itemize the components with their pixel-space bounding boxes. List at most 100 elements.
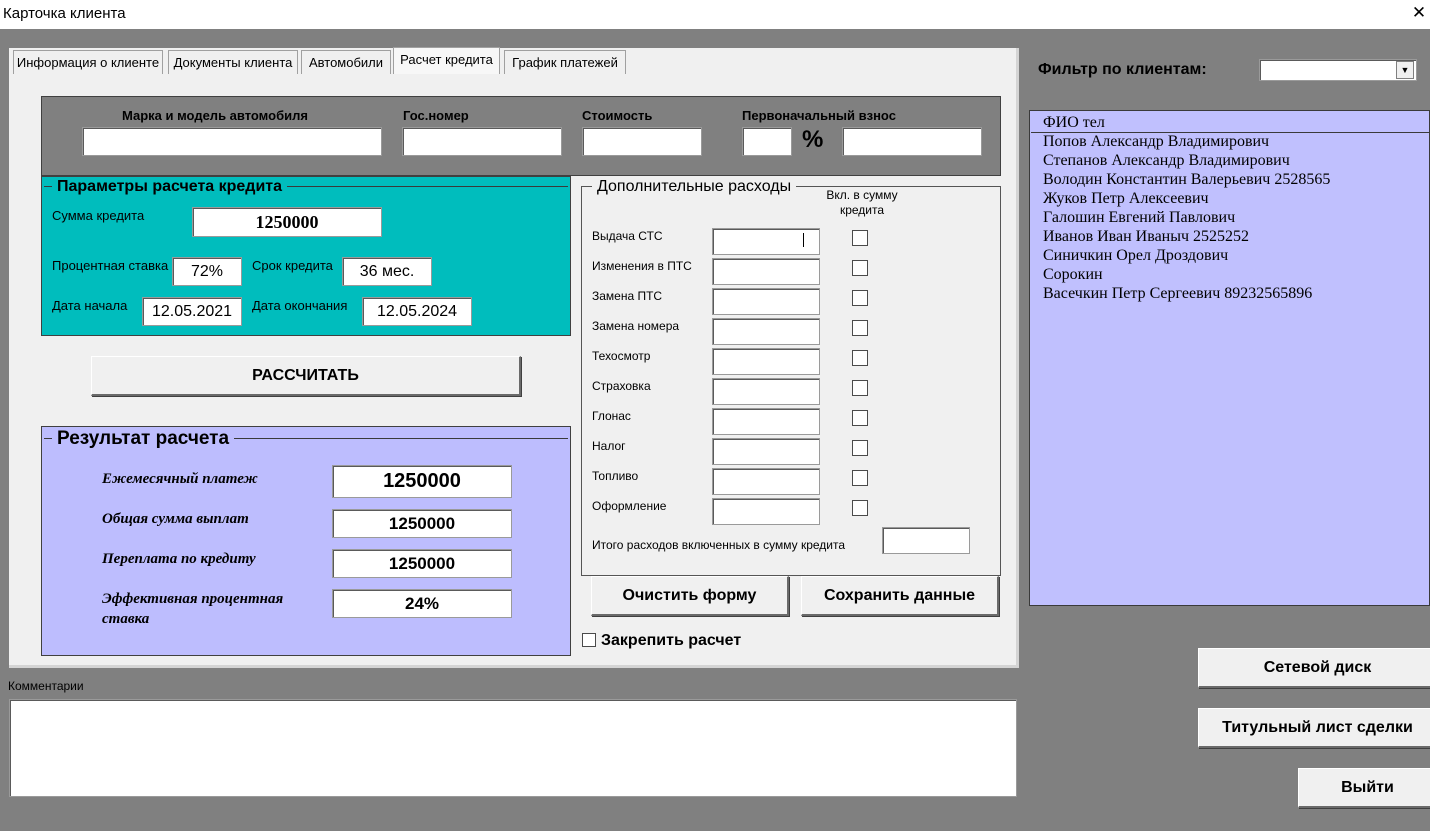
expense-input[interactable] (712, 348, 820, 375)
tab-label: График платежей (512, 55, 618, 70)
expense-label: Страховка (592, 379, 651, 393)
include-in-sum-checkbox[interactable] (852, 380, 868, 396)
client-list-item[interactable]: Галошин Евгений Павлович (1043, 208, 1235, 227)
cost-input[interactable] (582, 127, 702, 156)
text-cursor (803, 233, 804, 247)
include-in-sum-checkbox[interactable] (852, 230, 868, 246)
client-list-item[interactable]: Васечкин Петр Сергеевич 89232565896 (1043, 284, 1312, 303)
expense-label: Выдача СТС (592, 229, 663, 243)
result-title: Результат расчета (52, 427, 235, 451)
expense-input[interactable] (712, 468, 820, 495)
include-in-sum-checkbox[interactable] (852, 260, 868, 276)
end-date-input[interactable]: 12.05.2024 (362, 297, 472, 326)
include-in-sum-checkbox[interactable] (852, 500, 868, 516)
client-list-header: ФИО тел (1031, 113, 1430, 133)
credit-sum-input[interactable]: 1250000 (192, 207, 382, 237)
start-date-input[interactable]: 12.05.2021 (142, 297, 242, 326)
title-bar: Карточка клиента (0, 0, 1430, 29)
term-input[interactable]: 36 мес. (342, 257, 432, 286)
expense-input[interactable] (712, 498, 820, 525)
monthly-payment-label: Ежемесячный платеж (102, 471, 258, 487)
client-list-item[interactable]: Жуков Петр Алексеевич (1043, 189, 1209, 208)
credit-params-title: Параметры расчета кредита (52, 177, 288, 197)
term-label: Срок кредита (252, 258, 333, 273)
comments-input[interactable] (9, 699, 1017, 797)
network-drive-button[interactable]: Сетевой диск (1198, 648, 1430, 688)
end-date-label: Дата окончания (252, 298, 348, 313)
comments-label: Комментарии (8, 679, 84, 693)
tab-label: Информация о клиенте (16, 55, 160, 70)
window-title: Карточка клиента (3, 5, 126, 22)
total-payout-label: Общая сумма выплат (102, 511, 249, 527)
calculate-button[interactable]: РАССЧИТАТЬ (91, 356, 521, 396)
effective-rate-value: 24% (332, 589, 512, 618)
extra-total-input[interactable] (882, 527, 970, 554)
include-in-sum-checkbox[interactable] (852, 350, 868, 366)
percent-sign: % (802, 126, 824, 153)
tab-label: Расчет кредита (400, 52, 493, 67)
tab-credit-calc[interactable]: Расчет кредита (393, 47, 500, 74)
client-list-item[interactable]: Иванов Иван Иваныч 2525252 (1043, 227, 1249, 246)
extra-expenses-title: Дополнительные расходы (592, 178, 797, 196)
include-in-sum-checkbox[interactable] (852, 290, 868, 306)
cost-label: Стоимость (582, 108, 653, 123)
expense-input[interactable] (712, 258, 820, 285)
down-payment-input[interactable] (842, 127, 982, 156)
include-in-sum-checkbox[interactable] (852, 440, 868, 456)
credit-sum-label: Сумма кредита (52, 208, 145, 223)
down-payment-label: Первоначальный взнос (742, 108, 896, 123)
rate-input[interactable]: 72% (172, 257, 242, 286)
include-in-sum-header: Вкл. в сумму кредита (826, 188, 898, 217)
tab-label: Документы клиента (173, 55, 293, 70)
pin-calculation-label: Закрепить расчет (601, 632, 742, 649)
expense-input[interactable] (712, 378, 820, 405)
car-model-label: Марка и модель автомобиля (122, 108, 308, 123)
client-list-item[interactable]: Попов Александр Владимирович (1043, 132, 1269, 151)
expense-input[interactable] (712, 318, 820, 345)
exit-button[interactable]: Выйти (1298, 768, 1430, 808)
include-in-sum-checkbox[interactable] (852, 320, 868, 336)
tab-label: Автомобили (308, 55, 384, 70)
expense-label: Изменения в ПТС (592, 259, 692, 273)
include-in-sum-checkbox[interactable] (852, 410, 868, 426)
plate-label: Гос.номер (403, 108, 469, 123)
clear-form-button[interactable]: Очистить форму (591, 576, 789, 616)
deal-title-page-button[interactable]: Титульный лист сделки (1198, 708, 1430, 748)
expense-input[interactable] (712, 288, 820, 315)
expense-input[interactable] (712, 408, 820, 435)
expense-label: Топливо (592, 469, 639, 483)
overpayment-label: Переплата по кредиту (102, 551, 256, 567)
expense-label: Оформление (592, 499, 667, 513)
monthly-payment-value: 1250000 (332, 465, 512, 498)
extra-total-label: Итого расходов включенных в сумму кредит… (592, 538, 846, 552)
close-icon[interactable]: ✕ (1408, 0, 1430, 29)
tab-payment-schedule[interactable]: График платежей (504, 50, 626, 74)
overpayment-value: 1250000 (332, 549, 512, 578)
save-data-button[interactable]: Сохранить данные (801, 576, 999, 616)
client-filter-label: Фильтр по клиентам: (1038, 61, 1207, 78)
down-percent-input[interactable] (742, 127, 792, 156)
tab-cars[interactable]: Автомобили (301, 50, 391, 74)
expense-label: Замена номера (592, 319, 680, 333)
effective-rate-label: Эффективная процентная ставка (102, 591, 284, 627)
car-model-input[interactable] (82, 127, 382, 156)
expense-label: Замена ПТС (592, 289, 663, 303)
include-in-sum-checkbox[interactable] (852, 470, 868, 486)
start-date-label: Дата начала (52, 298, 128, 313)
expense-input[interactable] (712, 438, 820, 465)
client-list-item[interactable]: Синичкин Орел Дроздович (1043, 246, 1228, 265)
expense-label: Техосмотр (592, 349, 651, 363)
tab-client-info[interactable]: Информация о клиенте (13, 50, 163, 74)
total-payout-value: 1250000 (332, 509, 512, 538)
expense-label: Налог (592, 439, 626, 453)
client-filter-select[interactable] (1259, 59, 1417, 81)
expense-label: Глонас (592, 409, 631, 423)
tab-client-docs[interactable]: Документы клиента (168, 50, 298, 74)
client-list-item[interactable]: Володин Константин Валерьевич 2528565 (1043, 170, 1330, 189)
client-list-item[interactable]: Сорокин (1043, 265, 1103, 284)
client-list-item[interactable]: Степанов Александр Владимирович (1043, 151, 1290, 170)
chevron-down-icon[interactable]: ▼ (1396, 61, 1414, 79)
rate-label: Процентная ставка (52, 258, 169, 273)
pin-calculation-checkbox[interactable] (582, 633, 596, 647)
plate-input[interactable] (402, 127, 562, 156)
